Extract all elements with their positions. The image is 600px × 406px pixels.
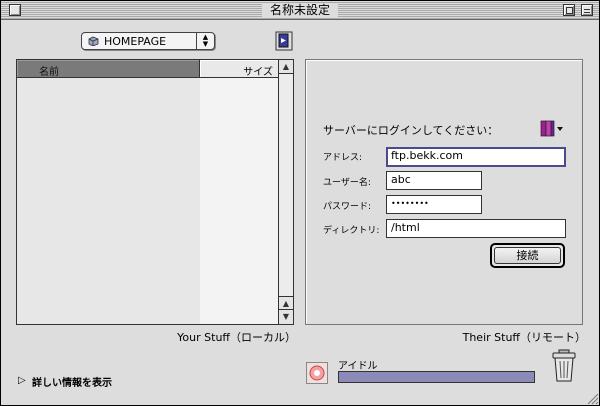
resize-grip-icon[interactable] [585, 391, 599, 405]
username-label: ユーザー名: [323, 178, 371, 188]
bookmark-book-icon[interactable] [538, 119, 565, 138]
title-bar[interactable]: 名称未設定 [1, 1, 599, 20]
status-text: アイドル [338, 361, 378, 372]
progress-fill [339, 372, 534, 382]
status-icon [306, 362, 328, 384]
address-field[interactable]: ftp.bekk.com [386, 147, 566, 167]
password-label: パスワード: [323, 202, 372, 212]
remote-caption: Their Stuff（リモート） [462, 331, 586, 344]
scroll-down-arrow-icon[interactable]: ▼ [279, 310, 293, 324]
address-label: アドレス: [323, 153, 363, 163]
popup-label: HOMEPAGE [104, 35, 167, 48]
vertical-scrollbar[interactable]: ▲ ▲ ▼ [278, 60, 293, 324]
list-header: 名前 サイズ [17, 60, 279, 78]
connect-icon[interactable] [275, 31, 293, 51]
directory-field[interactable]: /html [386, 219, 566, 238]
progress-bar [338, 371, 535, 383]
list-name-column [17, 78, 200, 324]
show-details-label[interactable]: 詳しい情報を表示 [32, 374, 112, 389]
zoom-box[interactable] [563, 4, 575, 16]
local-folder-popup[interactable]: HOMEPAGE ▲ ▼ [81, 32, 215, 50]
login-prompt: サーバーにログインしてください： [323, 124, 499, 137]
remote-login-panel [305, 59, 583, 325]
scroll-up-arrow-icon[interactable]: ▲ [279, 296, 293, 310]
ftp-window: 名称未設定 HOMEPAGE ▲ ▼ 名前 サイズ ▲ ▲ ▼ Your Stu… [0, 0, 600, 406]
close-box[interactable] [9, 4, 21, 16]
username-field[interactable]: abc [386, 171, 482, 190]
directory-label: ディレクトリ: [323, 226, 380, 236]
local-file-list[interactable]: 名前 サイズ ▲ ▲ ▼ [16, 59, 294, 325]
connect-button-label: 接続 [494, 247, 561, 264]
column-header-name[interactable]: 名前 [17, 60, 200, 78]
collapse-box[interactable] [581, 4, 593, 16]
connect-button[interactable]: 接続 [490, 243, 565, 268]
column-size-label: サイズ [243, 67, 273, 78]
disclosure-triangle-icon[interactable]: ▷ [18, 375, 26, 386]
sort-direction-icon[interactable]: ▲ [279, 60, 293, 74]
list-size-column [200, 78, 279, 324]
local-caption: Your Stuff（ローカル） [177, 331, 296, 344]
folder-icon [88, 36, 99, 46]
trash-icon[interactable] [551, 349, 577, 383]
column-header-size[interactable]: サイズ [200, 60, 279, 78]
popup-arrows-icon: ▲ ▼ [196, 33, 214, 49]
window-title: 名称未設定 [261, 3, 339, 18]
password-field[interactable]: •••••••• [386, 195, 482, 214]
column-name-label: 名前 [39, 67, 59, 78]
